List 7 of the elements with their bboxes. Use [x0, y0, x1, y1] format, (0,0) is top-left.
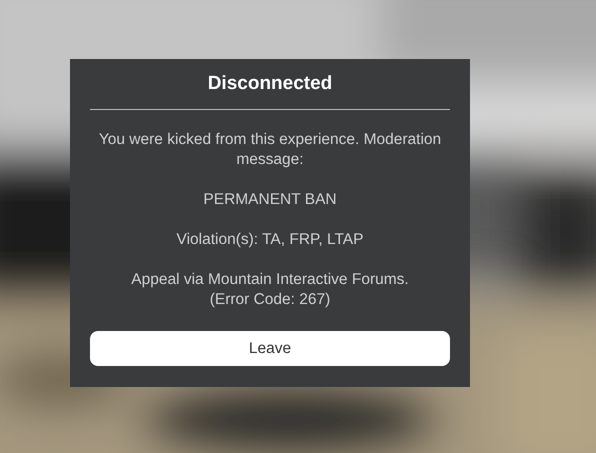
- leave-button[interactable]: Leave: [90, 331, 450, 366]
- message-text: You were kicked from this experience. Moderation message:: [98, 130, 442, 170]
- message-text: PERMANENT BAN: [203, 190, 337, 210]
- dialog-title: Disconnected: [206, 72, 334, 96]
- message-text: Appeal via Mountain Interactive Forums.: [131, 270, 409, 290]
- message-text: Violation(s): TA, FRP, LTAP: [176, 230, 364, 250]
- message-text: (Error Code: 267): [210, 290, 330, 310]
